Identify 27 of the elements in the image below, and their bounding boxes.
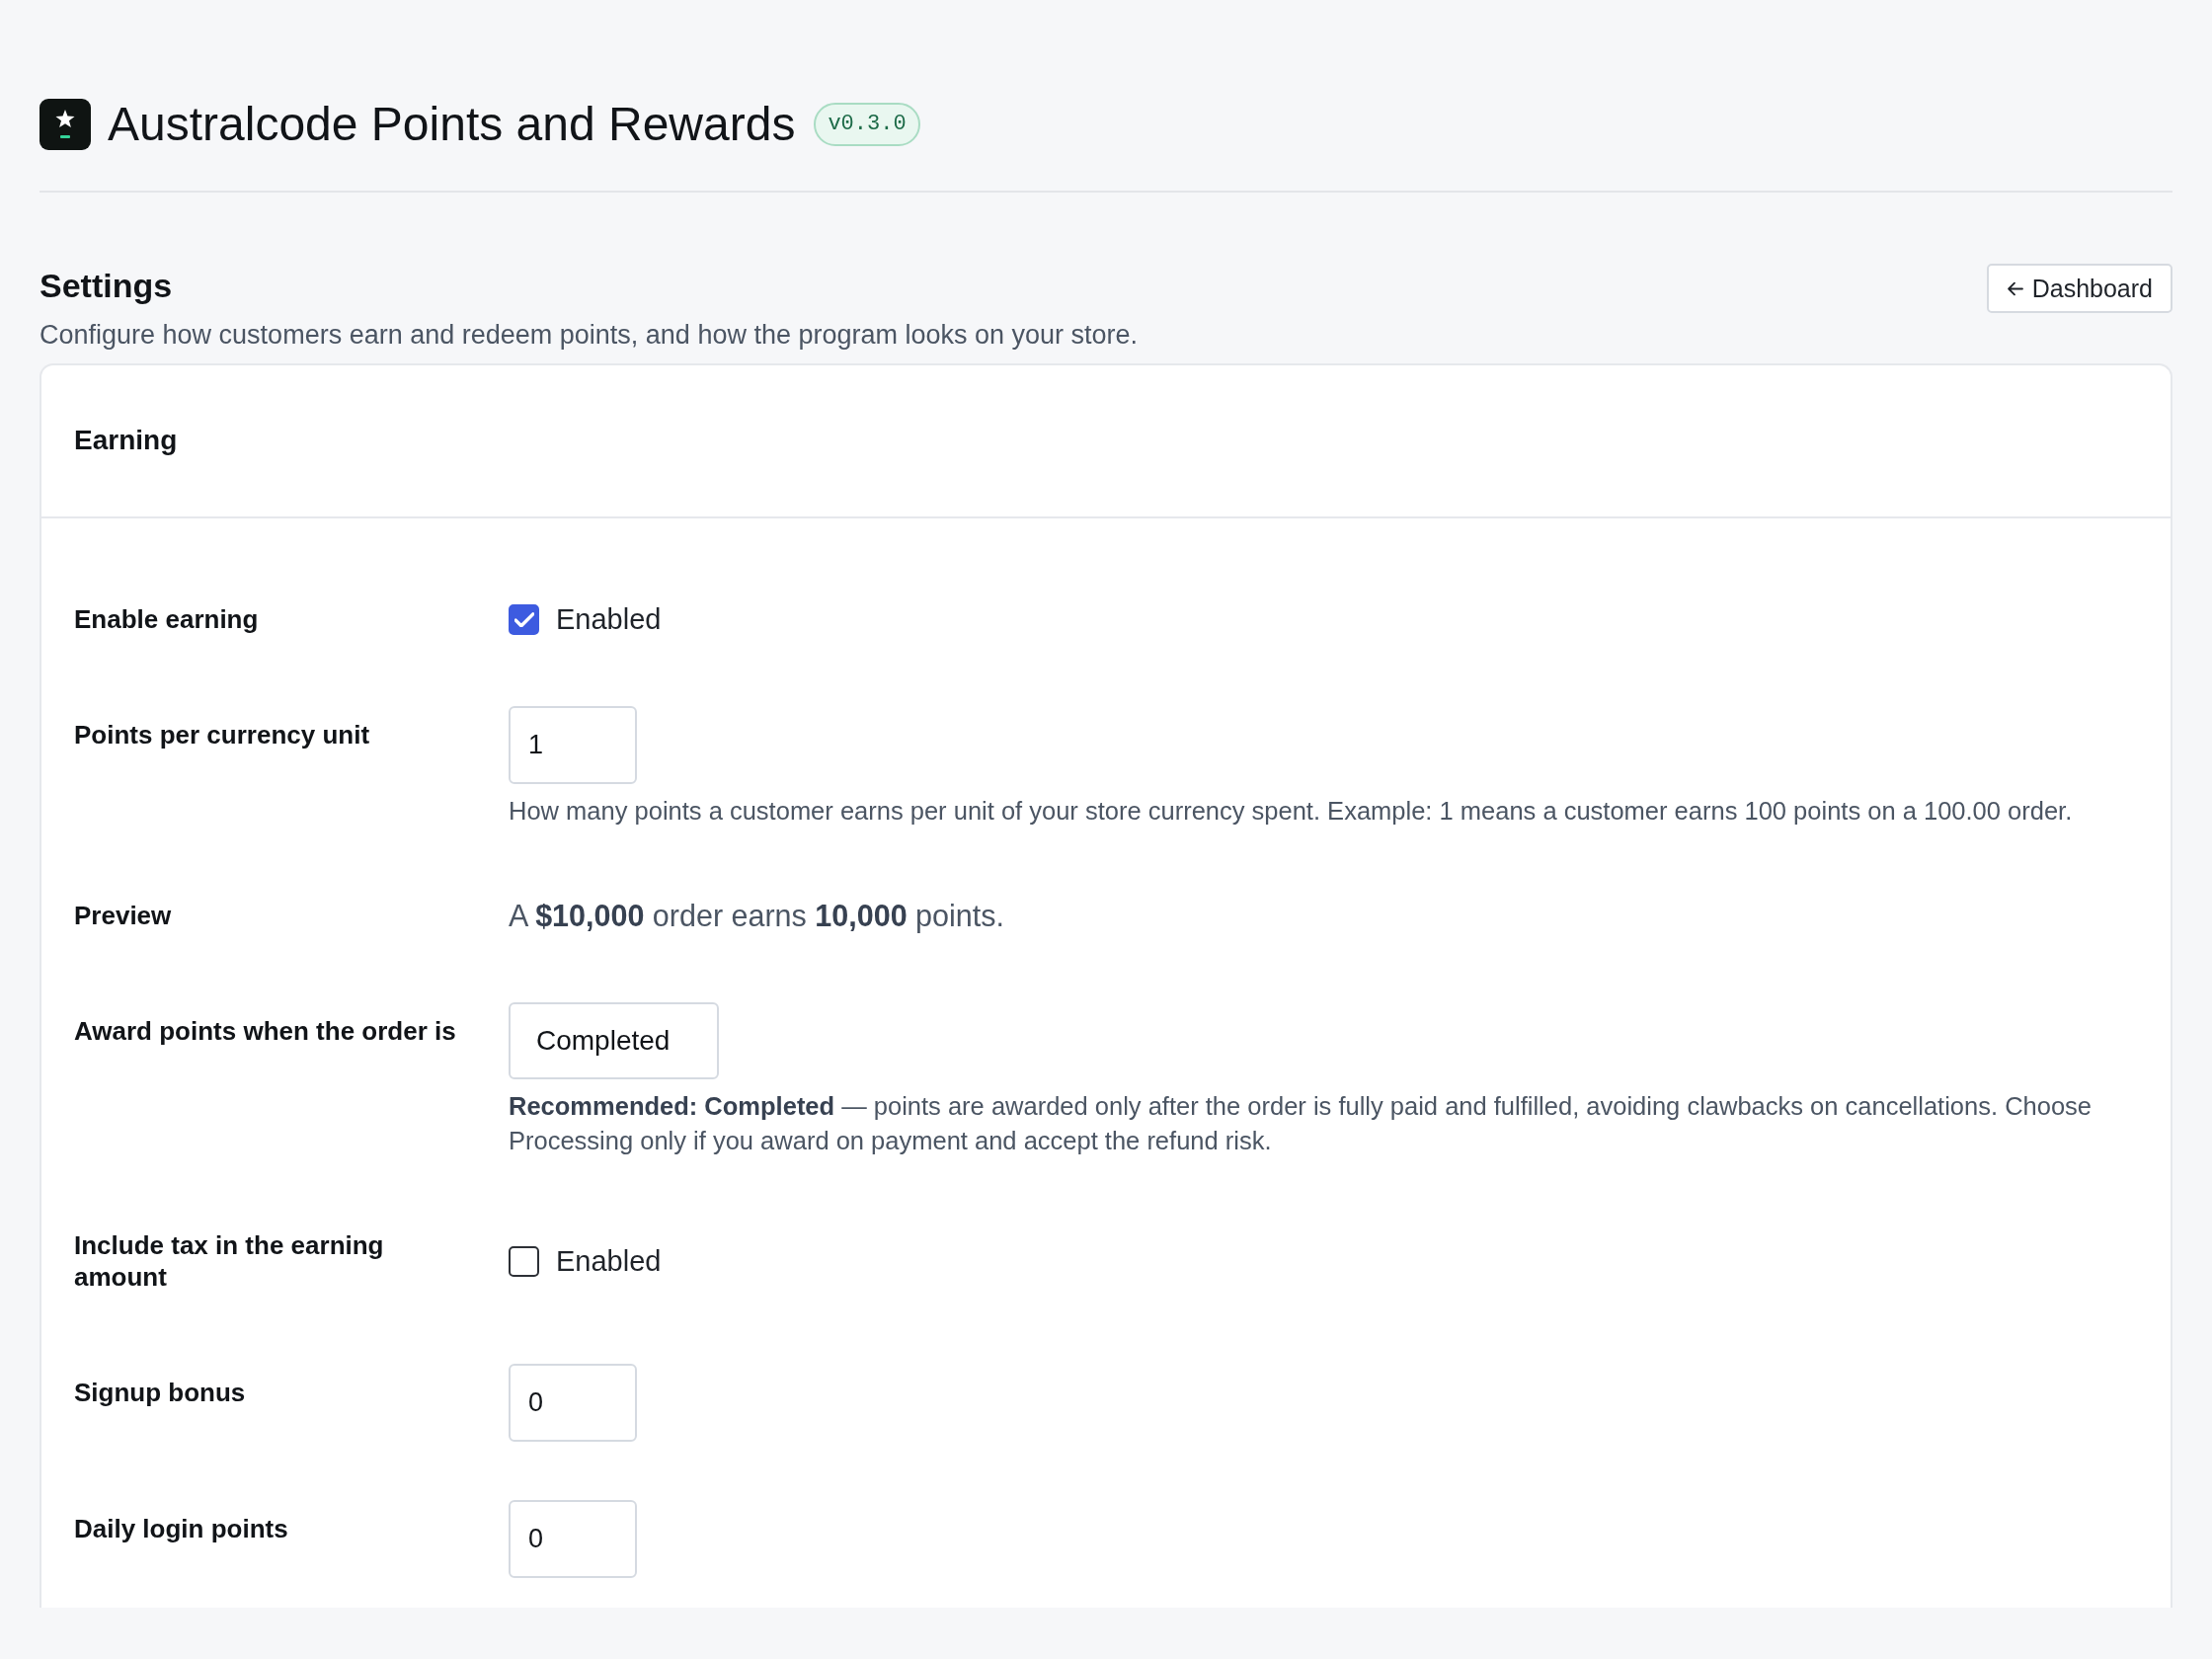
field-label: Enable earning bbox=[74, 603, 260, 636]
option-label: Enabled bbox=[556, 602, 662, 637]
field-label: Daily login points bbox=[74, 1513, 289, 1545]
section-title: Earning bbox=[74, 424, 179, 457]
checkbox[interactable] bbox=[509, 603, 539, 635]
app-title: Australcode Points and Rewards bbox=[108, 99, 796, 150]
page-title: Settings bbox=[40, 266, 174, 305]
field-label: Preview bbox=[74, 900, 173, 932]
field-label: Award points when the order is bbox=[74, 1015, 457, 1048]
logo-icon bbox=[40, 99, 91, 150]
arrow-left-icon bbox=[2006, 280, 2023, 296]
field-label: Include tax in the earning amount bbox=[74, 1229, 385, 1294]
option-label: Enabled bbox=[556, 1244, 662, 1279]
number-input[interactable]: 0 bbox=[509, 1364, 637, 1442]
checkbox[interactable] bbox=[509, 1245, 539, 1277]
select-field[interactable]: Completed bbox=[509, 1002, 719, 1079]
version-badge: v0.3.0 bbox=[814, 103, 920, 146]
page-subtitle: Configure how customers earn and redeem points, and how the program looks on your store. bbox=[40, 319, 1139, 352]
number-input[interactable]: 0 bbox=[509, 1500, 637, 1578]
help-text: Recommended: Completed — points are awarded only after the order is fully paid and fulfilled, avoiding clawbacks on cancellations. Choose Processing only if you award on payment and accept the refund risk. bbox=[509, 1091, 2094, 1156]
preview-text: A $10,000 order earns 10,000 points. bbox=[509, 898, 1005, 935]
field-label: Points per currency unit bbox=[74, 719, 371, 751]
number-input[interactable]: 1 bbox=[509, 706, 637, 784]
field-label: Signup bonus bbox=[74, 1377, 247, 1409]
help-text: How many points a customer earns per unit of your store currency spent. Example: 1 means a customer earns 100 points on a 100.00 order. bbox=[509, 796, 2074, 827]
checkmark-icon bbox=[514, 611, 534, 627]
dashboard-button[interactable]: Dashboard bbox=[1986, 264, 2172, 313]
